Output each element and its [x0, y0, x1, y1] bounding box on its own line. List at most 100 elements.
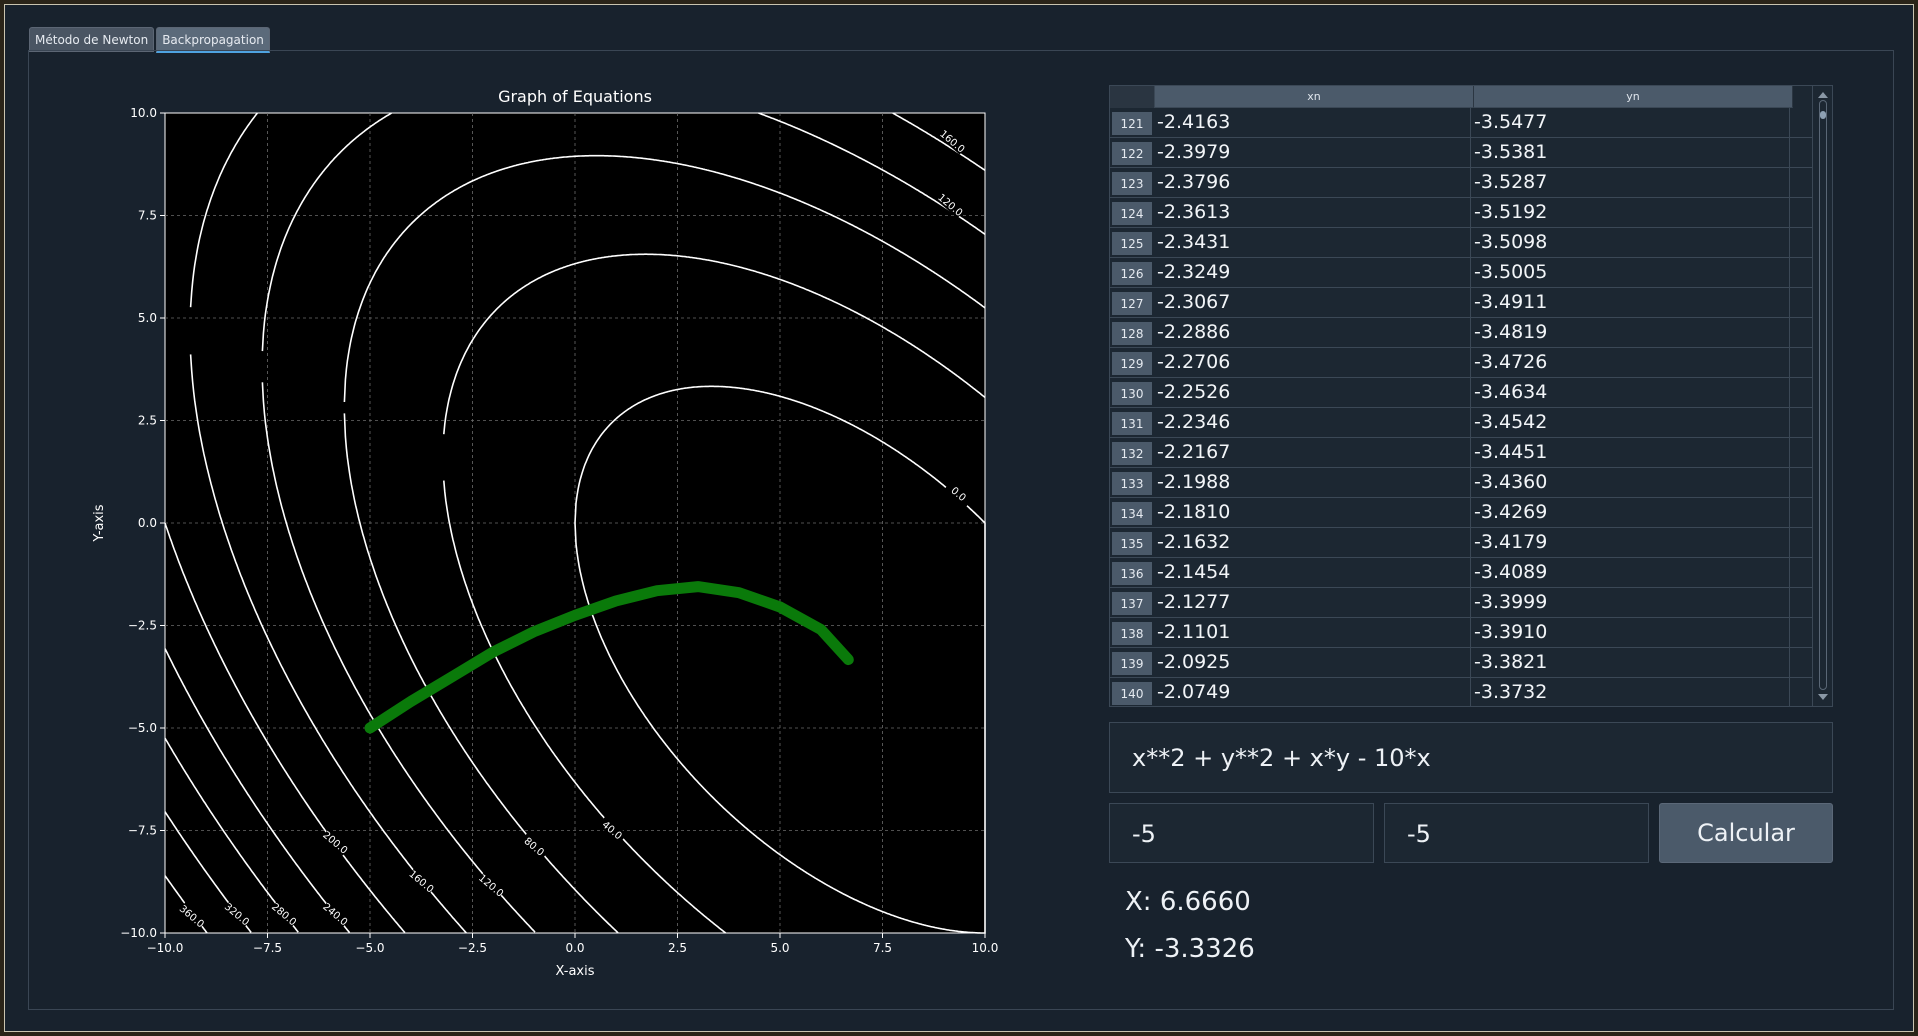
table-row[interactable]: 134 -2.1810 -3.4269 — [1110, 498, 1812, 528]
cell-xn[interactable]: -2.3431 — [1154, 228, 1471, 257]
cell-yn[interactable]: -3.5005 — [1471, 258, 1790, 287]
row-number[interactable]: 132 — [1112, 442, 1152, 465]
table-row[interactable]: 131 -2.2346 -3.4542 — [1110, 408, 1812, 438]
row-number[interactable]: 134 — [1112, 502, 1152, 525]
calcular-button[interactable]: Calcular — [1659, 803, 1833, 863]
cell-xn[interactable]: -2.1810 — [1154, 498, 1471, 527]
cell-xn[interactable]: -2.1277 — [1154, 588, 1471, 617]
column-header-xn[interactable]: xn — [1155, 86, 1474, 108]
row-number[interactable]: 126 — [1112, 262, 1152, 285]
cell-xn[interactable]: -2.1632 — [1154, 528, 1471, 557]
tab-metodo-newton[interactable]: Método de Newton — [29, 27, 155, 52]
cell-yn[interactable]: -3.4089 — [1471, 558, 1790, 587]
initial-x-input[interactable]: -5 — [1109, 803, 1374, 863]
cell-xn[interactable]: -2.1101 — [1154, 618, 1471, 647]
iterations-table[interactable]: xn yn 121 -2.4163 -3.5477 122 -2.3979 -3.5381… — [1109, 85, 1833, 707]
scroll-track[interactable] — [1819, 100, 1827, 690]
cell-yn[interactable]: -3.4179 — [1471, 528, 1790, 557]
table-row[interactable]: 140 -2.0749 -3.3732 — [1110, 678, 1812, 706]
table-row[interactable]: 135 -2.1632 -3.4179 — [1110, 528, 1812, 558]
cell-yn[interactable]: -3.4634 — [1471, 378, 1790, 407]
scroll-thumb[interactable] — [1820, 111, 1826, 119]
row-number[interactable]: 130 — [1112, 382, 1152, 405]
cell-yn[interactable]: -3.3732 — [1471, 678, 1790, 706]
cell-yn[interactable]: -3.4911 — [1471, 288, 1790, 317]
cell-xn[interactable]: -2.3796 — [1154, 168, 1471, 197]
table-row[interactable]: 130 -2.2526 -3.4634 — [1110, 378, 1812, 408]
row-number[interactable]: 131 — [1112, 412, 1152, 435]
cell-yn[interactable]: -3.5477 — [1471, 108, 1790, 137]
cell-yn[interactable]: -3.3999 — [1471, 588, 1790, 617]
cell-xn[interactable]: -2.2167 — [1154, 438, 1471, 467]
table-row[interactable]: 139 -2.0925 -3.3821 — [1110, 648, 1812, 678]
x-tick-label: −5.0 — [355, 941, 384, 955]
cell-yn[interactable]: -3.3821 — [1471, 648, 1790, 677]
row-number[interactable]: 139 — [1112, 652, 1152, 675]
cell-xn[interactable]: -2.2706 — [1154, 348, 1471, 377]
table-row[interactable]: 138 -2.1101 -3.3910 — [1110, 618, 1812, 648]
row-number[interactable]: 124 — [1112, 202, 1152, 225]
cell-yn[interactable]: -3.4360 — [1471, 468, 1790, 497]
table-row[interactable]: 123 -2.3796 -3.5287 — [1110, 168, 1812, 198]
x-tick-label: 2.5 — [668, 941, 687, 955]
cell-yn[interactable]: -3.4819 — [1471, 318, 1790, 347]
row-number[interactable]: 129 — [1112, 352, 1152, 375]
table-body: 121 -2.4163 -3.5477 122 -2.3979 -3.5381 123 -2.… — [1110, 108, 1812, 706]
table-row[interactable]: 133 -2.1988 -3.4360 — [1110, 468, 1812, 498]
cell-yn[interactable]: -3.5381 — [1471, 138, 1790, 167]
initial-y-input[interactable]: -5 — [1384, 803, 1649, 863]
cell-xn[interactable]: -2.0749 — [1154, 678, 1471, 706]
cell-yn[interactable]: -3.5098 — [1471, 228, 1790, 257]
x-axis-label: X-axis — [556, 964, 595, 979]
row-number[interactable]: 135 — [1112, 532, 1152, 555]
cell-yn[interactable]: -3.4542 — [1471, 408, 1790, 437]
row-number[interactable]: 133 — [1112, 472, 1152, 495]
x-tick-label: 10.0 — [972, 941, 999, 955]
row-number[interactable]: 125 — [1112, 232, 1152, 255]
row-number[interactable]: 123 — [1112, 172, 1152, 195]
row-number[interactable]: 137 — [1112, 592, 1152, 615]
cell-xn[interactable]: -2.4163 — [1154, 108, 1471, 137]
cell-xn[interactable]: -2.0925 — [1154, 648, 1471, 677]
row-number[interactable]: 138 — [1112, 622, 1152, 645]
column-header-yn[interactable]: yn — [1474, 86, 1793, 108]
row-number[interactable]: 140 — [1112, 682, 1152, 705]
cell-xn[interactable]: -2.3979 — [1154, 138, 1471, 167]
cell-xn[interactable]: -2.1988 — [1154, 468, 1471, 497]
cell-xn[interactable]: -2.2526 — [1154, 378, 1471, 407]
cell-yn[interactable]: -3.4726 — [1471, 348, 1790, 377]
table-row[interactable]: 125 -2.3431 -3.5098 — [1110, 228, 1812, 258]
cell-yn[interactable]: -3.5192 — [1471, 198, 1790, 227]
cell-xn[interactable]: -2.3613 — [1154, 198, 1471, 227]
app-window: Método de Newton Backpropagation Graph o… — [4, 4, 1914, 1032]
table-row[interactable]: 121 -2.4163 -3.5477 — [1110, 108, 1812, 138]
table-row[interactable]: 127 -2.3067 -3.4911 — [1110, 288, 1812, 318]
table-row[interactable]: 122 -2.3979 -3.5381 — [1110, 138, 1812, 168]
table-row[interactable]: 126 -2.3249 -3.5005 — [1110, 258, 1812, 288]
cell-yn[interactable]: -3.3910 — [1471, 618, 1790, 647]
table-row[interactable]: 136 -2.1454 -3.4089 — [1110, 558, 1812, 588]
equation-input[interactable]: x**2 + y**2 + x*y - 10*x — [1109, 722, 1833, 793]
row-number[interactable]: 127 — [1112, 292, 1152, 315]
scroll-down-arrow-icon[interactable] — [1818, 694, 1828, 700]
cell-yn[interactable]: -3.5287 — [1471, 168, 1790, 197]
table-row[interactable]: 137 -2.1277 -3.3999 — [1110, 588, 1812, 618]
table-row[interactable]: 129 -2.2706 -3.4726 — [1110, 348, 1812, 378]
row-number[interactable]: 128 — [1112, 322, 1152, 345]
table-row[interactable]: 124 -2.3613 -3.5192 — [1110, 198, 1812, 228]
scroll-up-arrow-icon[interactable] — [1818, 92, 1828, 98]
table-scrollbar[interactable] — [1812, 86, 1832, 706]
cell-yn[interactable]: -3.4269 — [1471, 498, 1790, 527]
chart-title: Graph of Equations — [498, 87, 652, 106]
row-number[interactable]: 122 — [1112, 142, 1152, 165]
cell-xn[interactable]: -2.3067 — [1154, 288, 1471, 317]
cell-xn[interactable]: -2.1454 — [1154, 558, 1471, 587]
cell-xn[interactable]: -2.3249 — [1154, 258, 1471, 287]
table-row[interactable]: 128 -2.2886 -3.4819 — [1110, 318, 1812, 348]
row-number[interactable]: 121 — [1112, 112, 1152, 135]
cell-yn[interactable]: -3.4451 — [1471, 438, 1790, 467]
cell-xn[interactable]: -2.2886 — [1154, 318, 1471, 347]
cell-xn[interactable]: -2.2346 — [1154, 408, 1471, 437]
row-number[interactable]: 136 — [1112, 562, 1152, 585]
table-row[interactable]: 132 -2.2167 -3.4451 — [1110, 438, 1812, 468]
